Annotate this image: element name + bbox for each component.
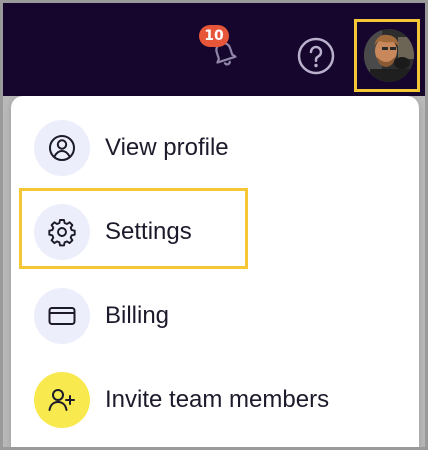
- gear-icon: [48, 219, 76, 247]
- settings-icon-container: [34, 204, 90, 260]
- user-avatar-photo: [364, 29, 414, 82]
- avatar: [364, 29, 414, 82]
- help-button[interactable]: [296, 36, 336, 76]
- screenshot-frame: 10 View profile Settings Billing Invite …: [0, 0, 428, 450]
- billing-icon-container: [34, 288, 90, 344]
- notification-count-badge: 10: [199, 25, 229, 47]
- user-avatar-button[interactable]: [354, 19, 420, 92]
- profile-dropdown-menu: View profile Settings Billing Invite tea…: [11, 96, 419, 447]
- menu-item-label: View profile: [105, 134, 229, 161]
- user-plus-icon: [48, 389, 75, 411]
- menu-item-label: Billing: [105, 302, 170, 329]
- user-circle-icon: [49, 135, 75, 161]
- invite-icon-container: [34, 372, 90, 428]
- menu-item-label: Settings: [105, 218, 192, 245]
- view-profile-icon-container: [34, 120, 90, 176]
- menu-item-view-profile[interactable]: View profile: [11, 100, 419, 180]
- credit-card-icon: [48, 307, 76, 325]
- menu-item-label: Invite team members: [105, 386, 330, 413]
- menu-item-settings[interactable]: Settings: [11, 184, 419, 264]
- question-circle-icon: [297, 37, 335, 75]
- top-navigation-bar: 10: [3, 3, 425, 96]
- menu-item-invite-team-members[interactable]: Invite team members: [11, 352, 419, 432]
- notifications-button[interactable]: 10: [199, 25, 245, 73]
- menu-item-billing[interactable]: Billing: [11, 268, 419, 348]
